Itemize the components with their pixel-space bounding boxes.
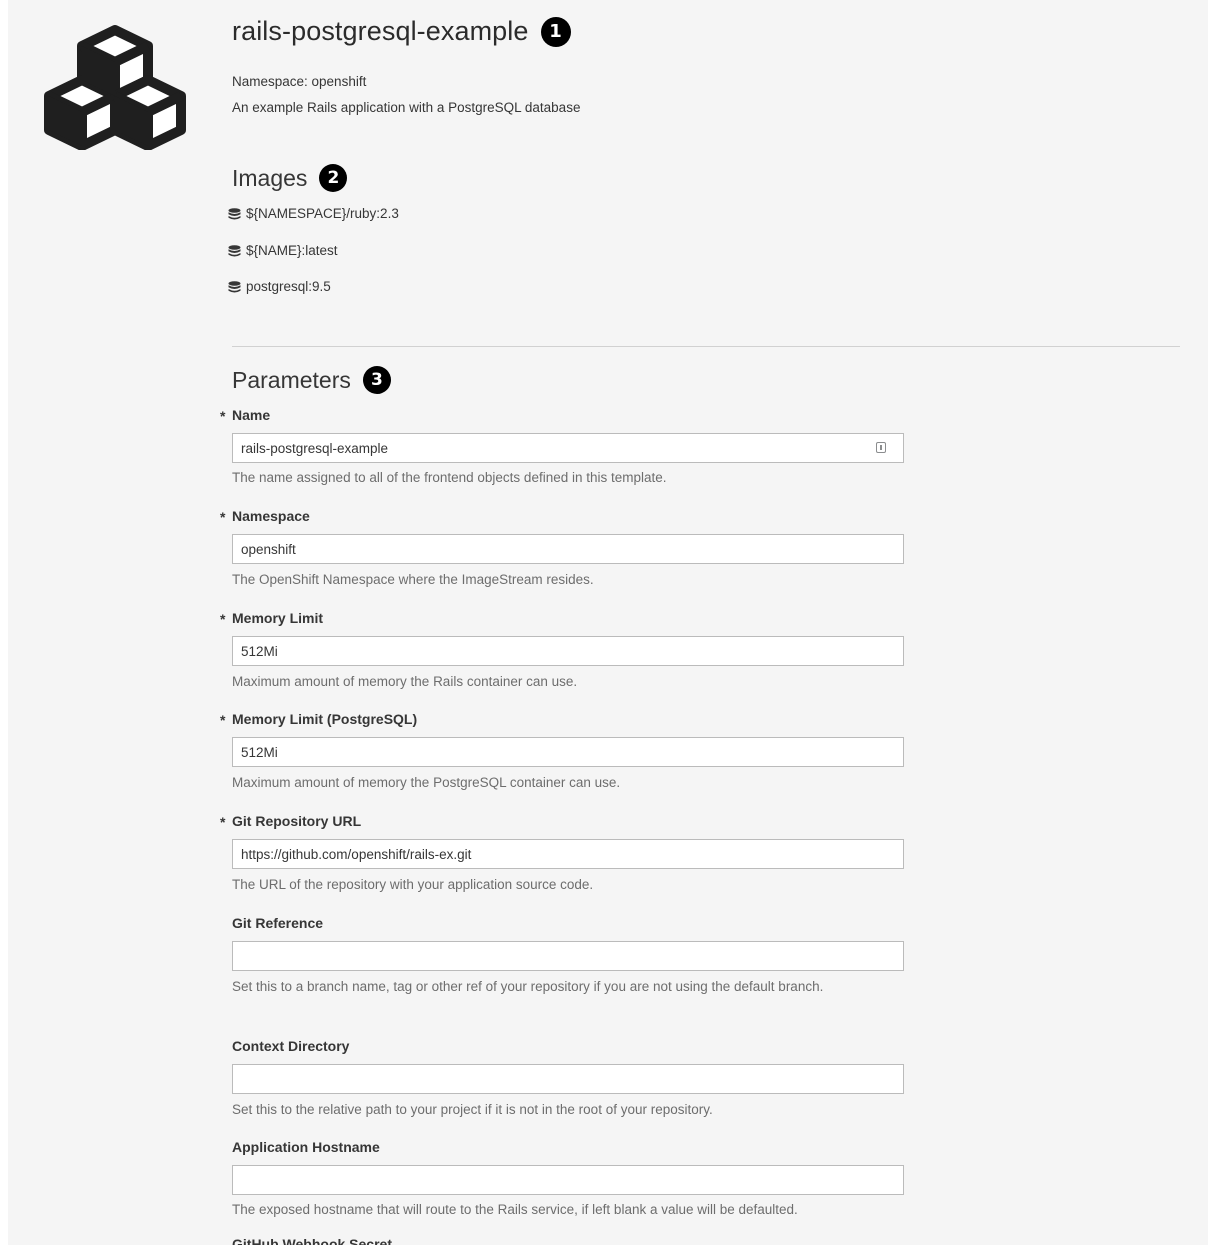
required-marker: * [220, 611, 226, 627]
context-directory-field [232, 1064, 904, 1094]
template-title: rails-postgresql-example [232, 16, 529, 46]
parameters-section-header: Parameters 3 [232, 366, 391, 394]
required-marker: * [220, 509, 226, 525]
git-reference-field [232, 941, 904, 971]
field-label-github-webhook-secret: GitHub Webhook Secret [232, 1236, 392, 1245]
field-label-memory-limit: * Memory Limit [220, 610, 324, 627]
images-heading: Images [232, 164, 308, 191]
section-divider [232, 346, 1180, 347]
image-name: ${NAME}:latest [246, 243, 338, 258]
field-help-git-reference: Set this to a branch name, tag or other … [232, 979, 824, 994]
required-marker: * [220, 712, 226, 728]
images-section-header: Images 2 [232, 164, 348, 192]
generated-value-icon [876, 442, 886, 453]
template-namespace: Namespace: openshift [232, 74, 367, 89]
field-label-context-directory: Context Directory [232, 1038, 350, 1054]
image-item: ${NAME}:latest [228, 243, 338, 258]
application-hostname-input[interactable] [233, 1166, 853, 1194]
field-label-name: * Name [220, 407, 271, 424]
field-help-git-repository-url: The URL of the repository with your appl… [232, 877, 594, 892]
callout-3: 3 [362, 366, 391, 394]
cubes-icon [44, 25, 186, 150]
name-field [232, 433, 904, 463]
field-label-namespace: * Namespace [220, 508, 310, 525]
image-item: ${NAMESPACE}/ruby:2.3 [228, 206, 399, 221]
field-label-git-repository-url: * Git Repository URL [220, 813, 362, 830]
field-help-name: The name assigned to all of the frontend… [232, 470, 667, 485]
field-help-memory-limit: Maximum amount of memory the Rails conta… [232, 674, 578, 689]
template-header: rails-postgresql-example 1 [232, 16, 571, 47]
required-marker: * [220, 408, 226, 424]
field-help-memory-limit-postgresql: Maximum amount of memory the PostgreSQL … [232, 775, 621, 790]
database-icon [228, 244, 241, 256]
memory-limit-postgresql-input[interactable] [233, 738, 853, 766]
image-item: postgresql:9.5 [228, 279, 331, 294]
required-marker: * [220, 814, 226, 830]
field-label-application-hostname: Application Hostname [232, 1139, 380, 1155]
database-icon [228, 207, 241, 219]
callout-2: 2 [319, 164, 348, 192]
memory-limit-field [232, 636, 904, 666]
image-name: ${NAMESPACE}/ruby:2.3 [246, 206, 399, 221]
namespace-field [232, 534, 904, 564]
field-label-memory-limit-postgresql: * Memory Limit (PostgreSQL) [220, 711, 418, 728]
field-help-context-directory: Set this to the relative path to your pr… [232, 1102, 713, 1117]
git-reference-input[interactable] [233, 942, 853, 970]
parameters-heading: Parameters [232, 366, 351, 393]
git-repository-url-field [232, 839, 904, 869]
database-icon [228, 280, 241, 292]
namespace-input[interactable] [233, 535, 853, 563]
field-help-application-hostname: The exposed hostname that will route to … [232, 1202, 798, 1217]
memory-limit-input[interactable] [233, 637, 853, 665]
git-repository-url-input[interactable] [233, 840, 853, 868]
context-directory-input[interactable] [233, 1065, 853, 1093]
field-label-git-reference: Git Reference [232, 915, 324, 931]
memory-limit-postgresql-field [232, 737, 904, 767]
field-help-namespace: The OpenShift Namespace where the ImageS… [232, 572, 594, 587]
template-details-panel: rails-postgresql-example 1 Namespace: op… [8, 0, 1208, 1245]
template-description: An example Rails application with a Post… [232, 100, 581, 115]
application-hostname-field [232, 1165, 904, 1195]
image-name: postgresql:9.5 [246, 279, 331, 294]
callout-1: 1 [540, 16, 571, 47]
name-input[interactable] [233, 434, 853, 462]
